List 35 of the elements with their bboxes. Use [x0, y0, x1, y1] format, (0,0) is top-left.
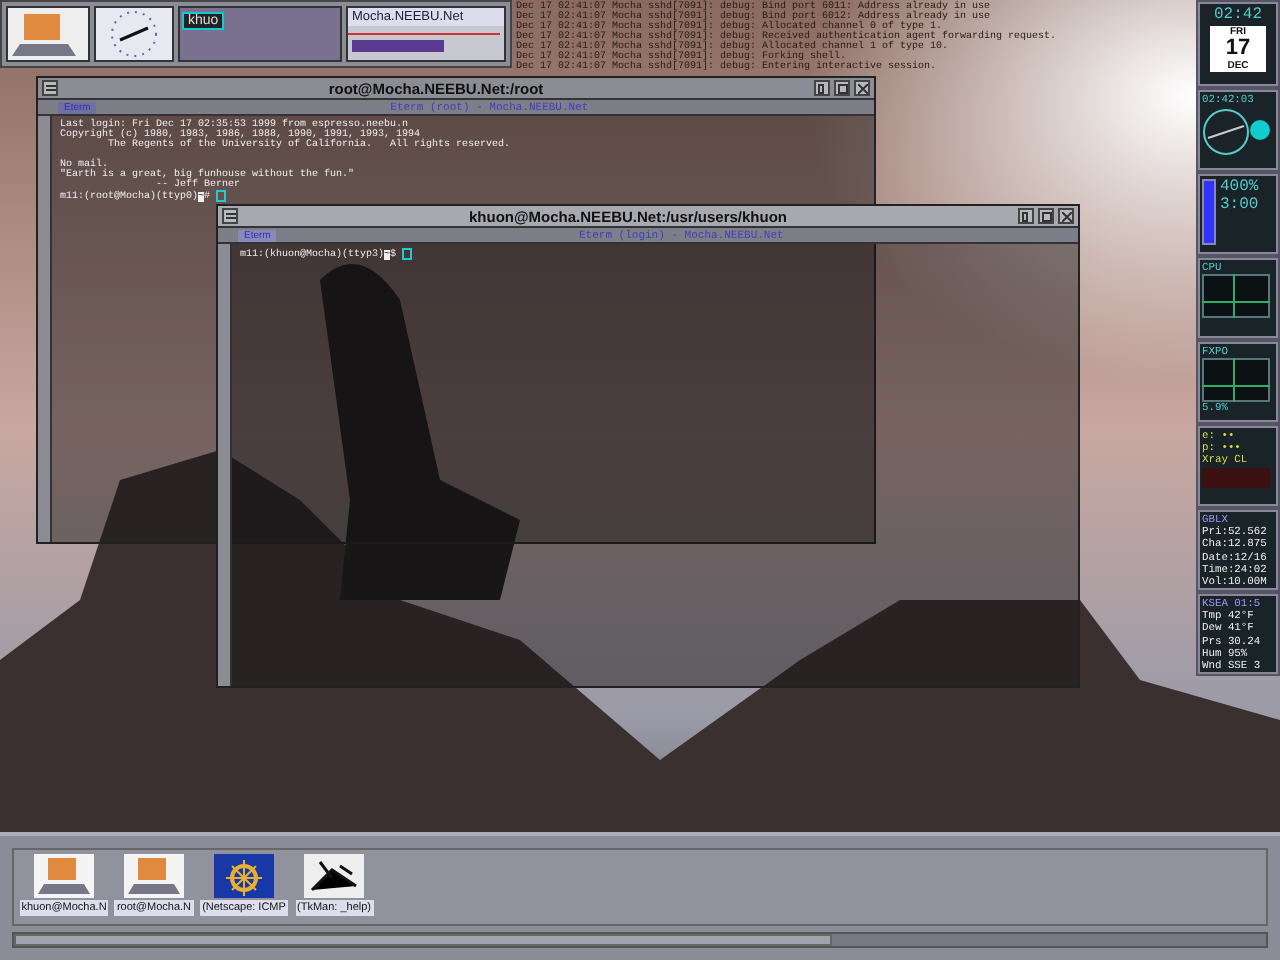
dock-readout: 400%: [1220, 178, 1259, 196]
text-cursor: [216, 190, 227, 202]
laptop-icon: [124, 854, 184, 898]
menu-icon: [45, 83, 55, 93]
maximize-button[interactable]: [1038, 208, 1054, 224]
maximize-button[interactable]: [834, 80, 850, 96]
iconify-button[interactable]: [814, 80, 830, 96]
close-button[interactable]: [854, 80, 870, 96]
close-icon: [857, 83, 867, 93]
menu-icon: [225, 211, 235, 221]
window-menu-button[interactable]: [222, 208, 238, 224]
close-button[interactable]: [1058, 208, 1074, 224]
minimize-icon: [817, 83, 827, 93]
text-cursor: [402, 248, 413, 260]
meter-drawing: [1202, 467, 1270, 488]
dock-readout: 02:42: [1211, 6, 1264, 24]
scrollbar[interactable]: [218, 244, 232, 686]
window-menu-button[interactable]: [42, 80, 58, 96]
battery-icon: [1202, 178, 1216, 246]
ship-wheel-icon: [214, 854, 274, 898]
calendar-date: 17: [1225, 38, 1251, 60]
sketch-icon: [304, 854, 364, 898]
maximize-icon: [837, 83, 847, 93]
gauge-icon: [1202, 106, 1270, 159]
scrollbar[interactable]: [12, 932, 1268, 948]
scroll-thumb[interactable]: [14, 934, 832, 946]
dock-readout: 3:00: [1220, 196, 1259, 214]
maximize-icon: [1041, 211, 1051, 221]
close-icon: [1061, 211, 1071, 221]
graph-drawing: [1202, 358, 1270, 403]
laptop-icon: [34, 854, 94, 898]
iconify-button[interactable]: [1018, 208, 1034, 224]
minimize-icon: [1021, 211, 1031, 221]
scrollbar[interactable]: [38, 116, 52, 542]
graph-drawing: [1202, 274, 1270, 319]
